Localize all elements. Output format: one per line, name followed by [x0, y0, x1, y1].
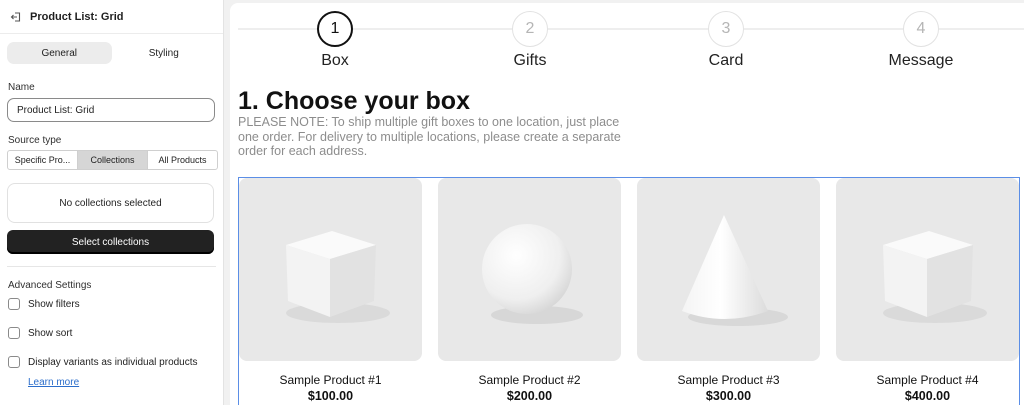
step-number: 4 — [903, 11, 939, 47]
product-name[interactable]: Sample Product #3 — [637, 373, 820, 387]
cone-icon — [681, 214, 788, 326]
product-image[interactable] — [637, 178, 820, 361]
divider — [7, 266, 216, 267]
learn-more-link[interactable]: Learn more — [28, 377, 79, 388]
product-card[interactable]: Sample Product #1 $100.00 — [239, 178, 422, 403]
show-filters-checkbox[interactable]: Show filters — [8, 298, 223, 310]
step-gifts[interactable]: 2 Gifts — [490, 11, 570, 70]
product-card[interactable]: Sample Product #4 $400.00 — [836, 178, 1019, 403]
collections-empty-state: No collections selected — [7, 183, 214, 223]
step-number: 2 — [512, 11, 548, 47]
product-name[interactable]: Sample Product #2 — [438, 373, 621, 387]
product-card[interactable]: Sample Product #3 $300.00 — [637, 178, 820, 403]
source-option-collections[interactable]: Collections — [78, 151, 148, 169]
cube-icon — [285, 230, 390, 323]
source-type-label: Source type — [8, 135, 62, 146]
name-input[interactable]: Product List: Grid — [7, 98, 215, 122]
step-label: Gifts — [513, 52, 547, 69]
tab-styling[interactable]: Styling — [112, 42, 217, 64]
product-name[interactable]: Sample Product #4 — [836, 373, 1019, 387]
checkbox-box[interactable] — [8, 327, 20, 339]
product-grid[interactable]: Sample Product #1 $100.00 Sample Product… — [238, 177, 1020, 405]
name-label: Name — [8, 82, 35, 93]
product-price: $400.00 — [904, 389, 951, 403]
shipping-note: PLEASE NOTE: To ship multiple gift boxes… — [238, 115, 621, 158]
select-collections-button[interactable]: Select collections — [7, 230, 214, 254]
product-price: $200.00 — [506, 389, 553, 403]
store-preview: 1 Box 2 Gifts 3 Card 4 Message 1. Choose… — [230, 3, 1024, 405]
settings-sidebar: Product List: Grid General Styling Name … — [0, 0, 224, 405]
sidebar-header: Product List: Grid — [0, 0, 223, 34]
app-window: Product List: Grid General Styling Name … — [0, 0, 1024, 405]
product-image[interactable] — [836, 178, 1019, 361]
advanced-settings-label: Advanced Settings — [8, 280, 92, 291]
sphere-icon — [481, 223, 583, 324]
checkbox-label: Display variants as individual products — [28, 356, 198, 368]
step-label: Box — [321, 52, 349, 69]
step-number: 3 — [708, 11, 744, 47]
product-image[interactable] — [438, 178, 621, 361]
cube-icon — [882, 230, 987, 323]
source-option-specific-products[interactable]: Specific Pro... — [8, 151, 78, 169]
step-label: Card — [708, 52, 744, 69]
step-label: Message — [888, 52, 954, 69]
tab-general[interactable]: General — [7, 42, 112, 64]
exit-icon[interactable] — [10, 11, 22, 23]
step-number: 1 — [317, 11, 353, 47]
step-message[interactable]: 4 Message — [881, 11, 961, 70]
product-image[interactable] — [239, 178, 422, 361]
product-price: $100.00 — [307, 389, 354, 403]
sidebar-tabs: General Styling — [7, 42, 216, 64]
sidebar-title: Product List: Grid — [30, 10, 124, 23]
checkbox-box[interactable] — [8, 356, 20, 368]
display-variants-checkbox[interactable]: Display variants as individual products — [8, 356, 223, 368]
product-card[interactable]: Sample Product #2 $200.00 — [438, 178, 621, 403]
product-name[interactable]: Sample Product #1 — [239, 373, 422, 387]
source-option-all-products[interactable]: All Products — [148, 151, 217, 169]
checkbox-label: Show filters — [28, 298, 80, 310]
source-type-selector: Specific Pro... Collections All Products — [7, 150, 218, 170]
page-title: 1. Choose your box — [238, 87, 470, 115]
checkbox-box[interactable] — [8, 298, 20, 310]
show-sort-checkbox[interactable]: Show sort — [8, 327, 223, 339]
checkbox-label: Show sort — [28, 327, 73, 339]
step-card[interactable]: 3 Card — [686, 11, 766, 70]
product-price: $300.00 — [705, 389, 752, 403]
step-box[interactable]: 1 Box — [295, 11, 375, 70]
